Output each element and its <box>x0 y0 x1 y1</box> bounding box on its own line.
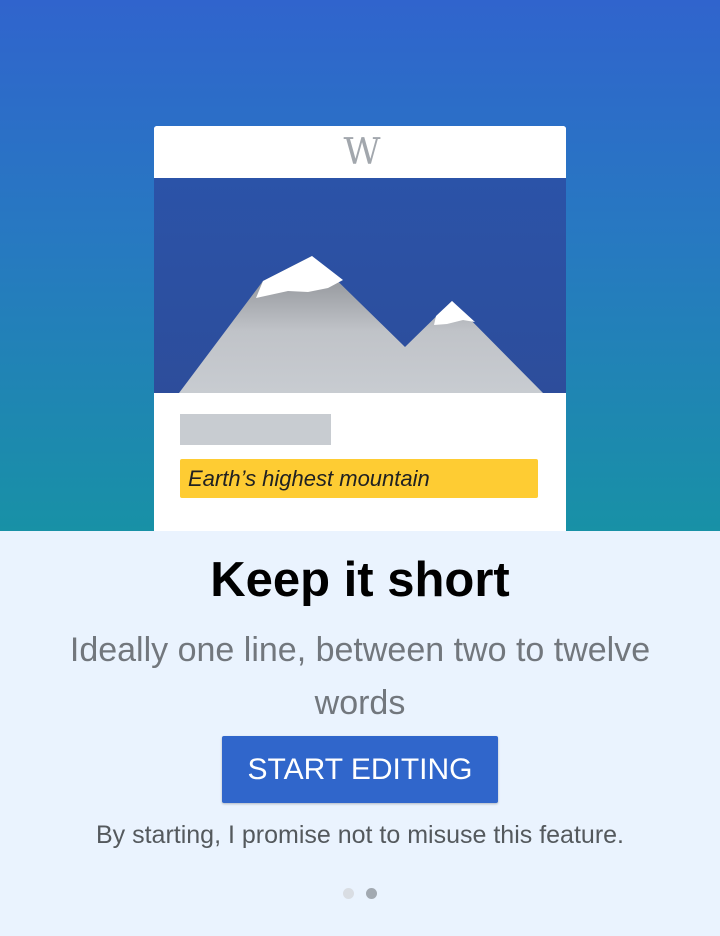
mountain-image <box>154 178 566 393</box>
page-dot-2[interactable] <box>366 888 377 899</box>
hero-banner: W Earth’s highest mountain <box>0 0 720 531</box>
onboarding-subtext: Ideally one line, between two to twelve … <box>69 631 651 722</box>
onboarding-headline: Keep it short <box>210 553 510 607</box>
disclaimer-text: By starting, I promise not to misuse thi… <box>95 821 624 849</box>
article-description-highlight: Earth’s highest mountain <box>180 459 538 498</box>
page-indicator <box>0 888 720 900</box>
article-card-illustration: W Earth’s highest mountain <box>154 126 566 531</box>
page-dot-1[interactable] <box>343 888 354 899</box>
start-editing-button[interactable]: START EDITING <box>222 736 498 803</box>
card-header: W <box>154 126 566 178</box>
onboarding-screen: W Earth’s highest mountain Keep it short… <box>0 0 720 936</box>
wikipedia-logo: W <box>343 132 380 173</box>
article-title-placeholder <box>180 414 331 445</box>
